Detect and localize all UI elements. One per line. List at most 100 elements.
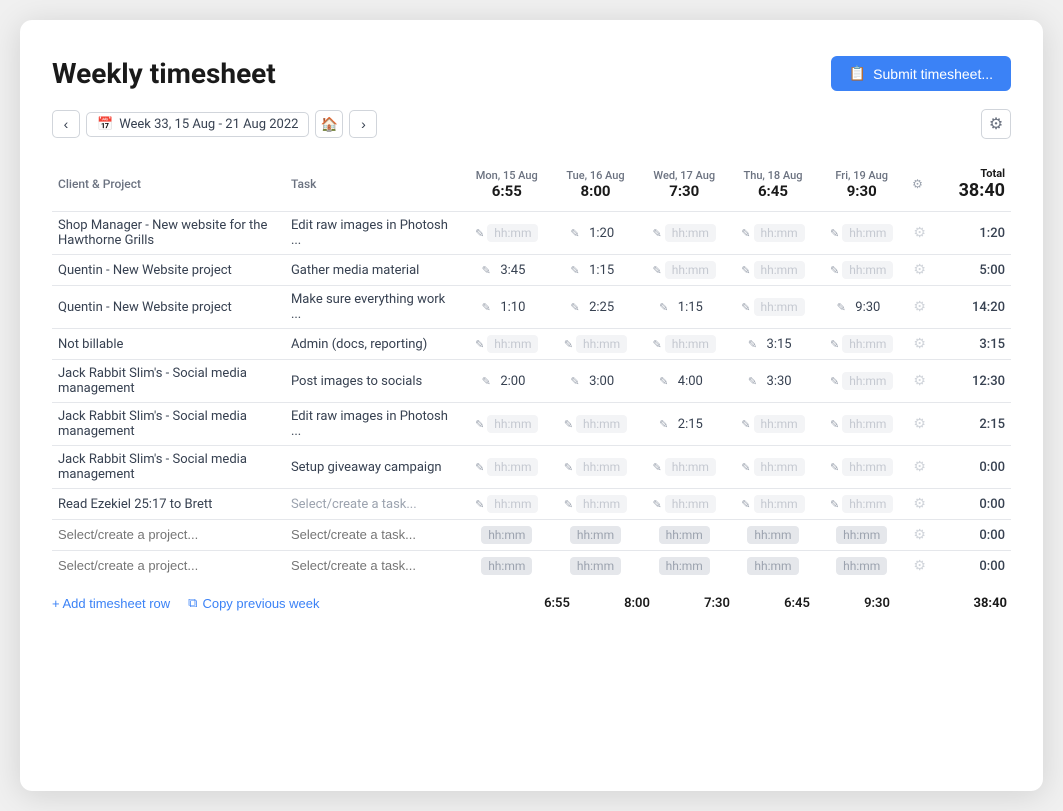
row-gear-icon[interactable]: ⚙ <box>913 416 926 432</box>
settings-button[interactable]: ⚙ <box>981 109 1011 139</box>
edit-icon[interactable]: ✎ <box>564 418 573 431</box>
edit-icon[interactable]: ✎ <box>741 301 750 314</box>
row-settings[interactable]: ⚙ <box>906 403 933 446</box>
edit-icon[interactable]: ✎ <box>837 301 846 314</box>
time-cell[interactable]: ✎2:00 <box>462 360 551 403</box>
task-cell[interactable]: Select/create a task... <box>285 489 462 520</box>
row-settings[interactable]: ⚙ <box>906 212 933 255</box>
edit-icon[interactable]: ✎ <box>653 264 662 277</box>
time-cell[interactable]: ✎hh:mm <box>462 212 551 255</box>
time-cell[interactable]: ✎hh:mm <box>817 212 906 255</box>
edit-icon[interactable]: ✎ <box>748 375 757 388</box>
time-cell[interactable]: ✎hh:mm <box>729 212 818 255</box>
time-cell[interactable]: hh:mm <box>640 520 729 551</box>
time-cell[interactable]: hh:mm <box>551 551 640 582</box>
edit-icon[interactable]: ✎ <box>570 301 579 314</box>
edit-icon[interactable]: ✎ <box>741 498 750 511</box>
edit-icon[interactable]: ✎ <box>830 264 839 277</box>
edit-icon[interactable]: ✎ <box>570 375 579 388</box>
edit-icon[interactable]: ✎ <box>475 338 484 351</box>
time-cell[interactable]: ✎hh:mm <box>551 446 640 489</box>
project-cell[interactable] <box>52 520 285 551</box>
task-cell[interactable] <box>285 520 462 551</box>
time-cell[interactable]: ✎hh:mm <box>640 329 729 360</box>
time-cell[interactable]: ✎1:10 <box>462 286 551 329</box>
time-cell[interactable]: hh:mm <box>462 520 551 551</box>
edit-icon[interactable]: ✎ <box>659 301 668 314</box>
edit-icon[interactable]: ✎ <box>830 227 839 240</box>
time-cell[interactable]: ✎hh:mm <box>462 446 551 489</box>
project-cell[interactable] <box>52 551 285 582</box>
task-input[interactable] <box>291 558 456 573</box>
time-cell[interactable]: ✎2:25 <box>551 286 640 329</box>
edit-icon[interactable]: ✎ <box>475 227 484 240</box>
edit-icon[interactable]: ✎ <box>741 264 750 277</box>
time-cell[interactable]: ✎1:15 <box>640 286 729 329</box>
submit-timesheet-button[interactable]: 📋 Submit timesheet... <box>831 56 1011 91</box>
time-cell[interactable]: ✎3:15 <box>729 329 818 360</box>
time-cell[interactable]: ✎hh:mm <box>729 255 818 286</box>
time-cell[interactable]: ✎hh:mm <box>817 489 906 520</box>
row-gear-icon[interactable]: ⚙ <box>913 336 926 352</box>
row-gear-icon[interactable]: ⚙ <box>913 299 926 315</box>
project-input[interactable] <box>58 558 279 573</box>
time-cell[interactable]: ✎hh:mm <box>640 489 729 520</box>
time-cell[interactable]: hh:mm <box>817 520 906 551</box>
copy-previous-week-button[interactable]: ⧉ Copy previous week <box>188 591 319 615</box>
time-cell[interactable]: ✎hh:mm <box>462 403 551 446</box>
time-cell[interactable]: ✎hh:mm <box>551 403 640 446</box>
time-cell[interactable]: ✎hh:mm <box>817 255 906 286</box>
time-cell[interactable]: ✎1:15 <box>551 255 640 286</box>
edit-icon[interactable]: ✎ <box>482 301 491 314</box>
edit-icon[interactable]: ✎ <box>659 418 668 431</box>
edit-icon[interactable]: ✎ <box>741 227 750 240</box>
row-gear-icon[interactable]: ⚙ <box>913 373 926 389</box>
time-cell[interactable]: ✎hh:mm <box>817 446 906 489</box>
edit-icon[interactable]: ✎ <box>830 418 839 431</box>
edit-icon[interactable]: ✎ <box>653 338 662 351</box>
edit-icon[interactable]: ✎ <box>830 461 839 474</box>
edit-icon[interactable]: ✎ <box>653 498 662 511</box>
edit-icon[interactable]: ✎ <box>830 375 839 388</box>
time-cell[interactable]: ✎2:15 <box>640 403 729 446</box>
project-input[interactable] <box>58 527 279 542</box>
edit-icon[interactable]: ✎ <box>564 338 573 351</box>
edit-icon[interactable]: ✎ <box>570 227 579 240</box>
time-cell[interactable]: ✎hh:mm <box>729 446 818 489</box>
row-settings[interactable]: ⚙ <box>906 360 933 403</box>
time-cell[interactable]: ✎hh:mm <box>551 489 640 520</box>
row-gear-icon[interactable]: ⚙ <box>913 558 926 574</box>
edit-icon[interactable]: ✎ <box>475 418 484 431</box>
row-settings[interactable]: ⚙ <box>906 551 933 582</box>
edit-icon[interactable]: ✎ <box>653 227 662 240</box>
edit-icon[interactable]: ✎ <box>741 461 750 474</box>
edit-icon[interactable]: ✎ <box>570 264 579 277</box>
row-settings[interactable]: ⚙ <box>906 329 933 360</box>
time-cell[interactable]: ✎hh:mm <box>729 286 818 329</box>
time-cell[interactable]: ✎3:45 <box>462 255 551 286</box>
time-cell[interactable]: ✎hh:mm <box>817 329 906 360</box>
row-settings[interactable]: ⚙ <box>906 446 933 489</box>
time-cell[interactable]: ✎hh:mm <box>640 212 729 255</box>
time-cell[interactable]: ✎hh:mm <box>551 329 640 360</box>
time-cell[interactable]: hh:mm <box>729 551 818 582</box>
row-settings[interactable]: ⚙ <box>906 520 933 551</box>
time-cell[interactable]: ✎hh:mm <box>462 489 551 520</box>
time-cell[interactable]: ✎hh:mm <box>640 446 729 489</box>
edit-icon[interactable]: ✎ <box>830 338 839 351</box>
time-cell[interactable]: ✎3:00 <box>551 360 640 403</box>
edit-icon[interactable]: ✎ <box>475 498 484 511</box>
edit-icon[interactable]: ✎ <box>659 375 668 388</box>
time-cell[interactable]: ✎hh:mm <box>729 403 818 446</box>
time-cell[interactable]: hh:mm <box>462 551 551 582</box>
row-gear-icon[interactable]: ⚙ <box>913 496 926 512</box>
edit-icon[interactable]: ✎ <box>564 498 573 511</box>
row-gear-icon[interactable]: ⚙ <box>913 225 926 241</box>
edit-icon[interactable]: ✎ <box>830 498 839 511</box>
time-cell[interactable]: ✎3:30 <box>729 360 818 403</box>
time-cell[interactable]: ✎hh:mm <box>640 255 729 286</box>
row-gear-icon[interactable]: ⚙ <box>913 459 926 475</box>
add-timesheet-row-button[interactable]: + Add timesheet row <box>52 592 170 615</box>
time-cell[interactable]: hh:mm <box>729 520 818 551</box>
edit-icon[interactable]: ✎ <box>748 338 757 351</box>
